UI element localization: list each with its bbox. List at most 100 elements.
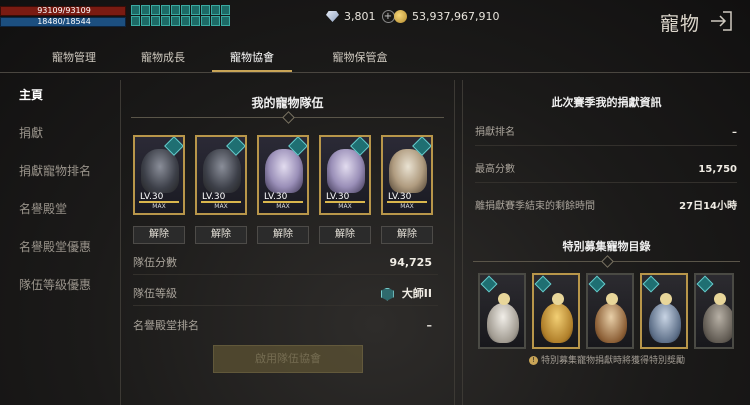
buff-icon[interactable]: [221, 16, 230, 26]
diamond-icon: [326, 11, 339, 22]
buff-icon[interactable]: [221, 5, 230, 15]
buff-icon[interactable]: [161, 16, 170, 26]
diamond-amount: 3,801: [344, 10, 376, 23]
nav-item-hall-of-fame[interactable]: 名譽殿堂: [0, 194, 118, 232]
buff-icon[interactable]: [181, 5, 190, 15]
tab-pet-association[interactable]: 寵物協會: [212, 46, 292, 72]
highest-score-label: 最高分數: [475, 164, 515, 175]
nav-item-donation-ranking[interactable]: 捐獻寵物排名: [0, 156, 118, 194]
buff-icon[interactable]: [151, 5, 160, 15]
nav-item-team-level-benefits[interactable]: 隊伍等級優惠: [0, 270, 118, 308]
pet-card[interactable]: LV.30 MAX: [195, 135, 247, 215]
gold-currency: 53,937,967,910: [394, 10, 499, 23]
pet-card[interactable]: LV.30 MAX: [381, 135, 433, 215]
season-remaining-value: 27日14小時: [679, 201, 737, 212]
remove-pet-button[interactable]: 解除: [381, 226, 433, 244]
season-remaining-label: 離捐獻賽季結束的剩餘時間: [475, 201, 595, 212]
buff-icon[interactable]: [191, 5, 200, 15]
buff-icon[interactable]: [211, 5, 220, 15]
pet-max-label: MAX: [152, 203, 166, 210]
pet-portrait: [649, 303, 681, 343]
buff-icon[interactable]: [201, 5, 210, 15]
recruit-pet-card[interactable]: [694, 273, 734, 349]
nav-item-home[interactable]: 主頁: [0, 80, 118, 118]
donation-rank-value: –: [732, 127, 737, 138]
gold-amount: 53,937,967,910: [412, 10, 500, 23]
buff-icon[interactable]: [161, 5, 170, 15]
special-star-icon: [660, 293, 672, 305]
remove-pet-button[interactable]: 解除: [257, 226, 309, 244]
pet-portrait: [541, 303, 573, 343]
donation-rank-label: 捐獻排名: [475, 127, 515, 138]
buff-icon[interactable]: [131, 5, 140, 15]
remove-pet-button[interactable]: 解除: [195, 226, 247, 244]
buff-icon[interactable]: [181, 16, 190, 26]
tab-pet-storage[interactable]: 寵物保管盒: [316, 46, 404, 72]
pet-grade-badge-icon: [534, 275, 552, 293]
buff-icon[interactable]: [131, 16, 140, 26]
buff-icon[interactable]: [171, 5, 180, 15]
nav-item-hall-of-fame-benefits[interactable]: 名譽殿堂優惠: [0, 232, 118, 270]
team-score-value: 94,725: [389, 256, 432, 269]
special-star-icon: [606, 293, 618, 305]
gold-coin-icon: [394, 10, 407, 23]
pet-card[interactable]: LV.30 MAX: [319, 135, 371, 215]
mp-bar: 18480/18544: [0, 17, 126, 27]
team-heading: 我的寵物隊伍: [251, 96, 324, 110]
tab-bar: 寵物管理 寵物成長 寵物協會 寵物保管盒: [0, 46, 750, 73]
buff-icon[interactable]: [211, 16, 220, 26]
pet-portrait: [703, 303, 732, 343]
buff-icon[interactable]: [171, 16, 180, 26]
heading-divider: [131, 117, 444, 118]
pet-portrait: [487, 303, 519, 343]
tab-pet-management[interactable]: 寵物管理: [36, 46, 112, 72]
remove-pet-button[interactable]: 解除: [319, 226, 371, 244]
pet-grade-badge-icon: [696, 275, 714, 293]
diamond-currency: 3,801 +: [326, 10, 395, 23]
pet-max-label: MAX: [214, 203, 228, 210]
activate-team-association-button[interactable]: 啟用隊伍協會: [213, 345, 363, 373]
season-heading: 此次賽季我的捐獻資訊: [551, 96, 662, 109]
recruit-pet-card[interactable]: [478, 273, 526, 349]
special-star-icon: [714, 293, 726, 305]
season-panel: 此次賽季我的捐獻資訊 捐獻排名 – 最高分數 15,750 離捐獻賽季結束的剩餘…: [462, 80, 750, 405]
buff-icon[interactable]: [141, 16, 150, 26]
remove-buttons: 解除 解除 解除 解除 解除: [133, 226, 433, 244]
nav-item-donate[interactable]: 捐獻: [0, 118, 118, 156]
pet-grade-badge-icon: [588, 275, 606, 293]
buff-icon[interactable]: [191, 16, 200, 26]
buff-icon[interactable]: [141, 5, 150, 15]
pet-max-label: MAX: [400, 203, 414, 210]
pet-grade-badge-icon: [480, 275, 498, 293]
hp-bar: 93109/93109: [0, 6, 126, 16]
exit-icon[interactable]: [710, 11, 732, 31]
recruit-pet-card[interactable]: [586, 273, 634, 349]
add-diamonds-button[interactable]: +: [381, 10, 395, 23]
pet-max-label: MAX: [338, 203, 352, 210]
rank-emblem-icon: [380, 287, 394, 301]
team-grade-value-wrap: 大師II: [380, 282, 432, 306]
pet-level: LV.30: [388, 192, 412, 202]
buff-icon[interactable]: [201, 16, 210, 26]
pet-card[interactable]: LV.30 MAX: [257, 135, 309, 215]
recruit-pet-card[interactable]: [640, 273, 688, 349]
recruit-heading: 特別募集寵物目錄: [562, 240, 651, 253]
team-panel: 我的寵物隊伍 LV.30 MAX LV.30 MAX LV.30 MAX LV.…: [120, 80, 455, 405]
tab-pet-growth[interactable]: 寵物成長: [130, 46, 196, 72]
season-remaining-row: 離捐獻賽季結束的剩餘時間 27日14小時: [475, 194, 737, 220]
highest-score-value: 15,750: [698, 164, 737, 175]
special-star-icon: [552, 293, 564, 305]
pet-card[interactable]: LV.30 MAX: [133, 135, 185, 215]
remove-pet-button[interactable]: 解除: [133, 226, 185, 244]
pet-max-label: MAX: [276, 203, 290, 210]
recruit-pet-card[interactable]: [532, 273, 580, 349]
pet-level: LV.30: [264, 192, 288, 202]
hall-of-fame-rank-value: –: [426, 319, 433, 332]
hall-of-fame-rank-label: 名譽殿堂排名: [133, 319, 199, 332]
team-pet-cards: LV.30 MAX LV.30 MAX LV.30 MAX LV.30 MAX: [133, 135, 433, 215]
recruit-note-text: 特別募集寵物捐獻時將獲得特別獎勵: [540, 356, 685, 366]
team-grade-value: 大師II: [401, 287, 432, 300]
buff-icon[interactable]: [151, 16, 160, 26]
special-star-icon: [498, 293, 510, 305]
mp-value: 18480/18544: [37, 17, 91, 26]
